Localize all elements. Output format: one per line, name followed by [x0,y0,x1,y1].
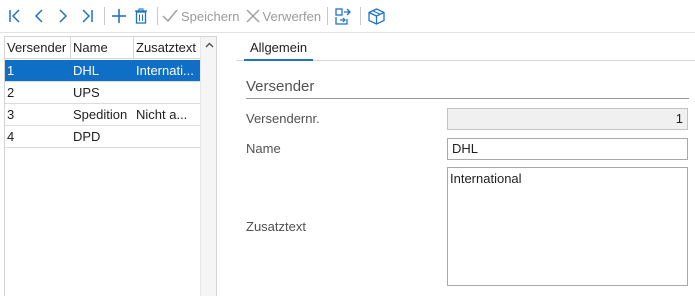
last-record-button[interactable] [76,4,98,28]
name-label: Name [246,141,281,156]
export-icon [334,7,351,25]
toolbar: Speichern Verwerfen [0,0,695,33]
scroll-up-button[interactable] [201,37,217,53]
cell-zusatztext: Internati... [136,63,194,78]
zusatztext-field[interactable]: International [447,167,688,286]
toolbar-separator [360,7,362,25]
zusatztext-label: Zusatztext [246,219,306,234]
cell-zusatztext: Nicht a... [136,107,188,122]
grid-scrollbar[interactable] [200,37,216,296]
cell-versender: 2 [7,85,15,100]
next-record-button[interactable] [52,4,74,28]
section-divider [246,98,689,99]
grid-header: Versender Name Zusatztext [5,37,201,59]
previous-record-button[interactable] [28,4,50,28]
first-record-icon [9,9,20,23]
cell-name: UPS [73,85,100,100]
close-icon [246,9,260,23]
name-field[interactable]: DHL [447,138,688,160]
package-icon [367,7,385,25]
previous-record-icon [34,9,43,23]
cell-name: DPD [73,129,101,144]
section-title: Versender [246,78,315,95]
detail-tabs: Allgemein [236,36,695,61]
last-record-icon [82,9,93,23]
cell-name: Spedition [73,107,128,122]
cell-zusatztext [134,126,201,147]
table-row[interactable]: 4 DPD [5,126,201,148]
shipper-grid: Versender Name Zusatztext 1 DHL Internat… [4,36,217,296]
versendernr-label: Versendernr. [246,111,320,126]
tab-allgemein[interactable]: Allgemein [244,36,314,61]
checkmark-icon [162,9,178,23]
delete-button[interactable] [131,4,151,28]
table-row[interactable]: 1 DHL Internati... [5,60,201,82]
export-button[interactable] [332,4,354,28]
column-header-versender[interactable]: Versender [5,37,71,58]
discard-label: Verwerfen [262,8,322,24]
delete-icon [135,8,147,24]
versendernr-field: 1 [447,108,688,130]
first-record-button[interactable] [4,4,26,28]
next-record-icon [59,9,68,23]
toolbar-separator [104,7,105,25]
table-row[interactable]: 3 Spedition Nicht a... [5,104,201,126]
cell-name: DHL [73,63,100,78]
package-button[interactable] [365,4,387,28]
save-button[interactable]: Speichern [162,4,240,28]
chevron-up-icon [205,42,213,48]
column-header-zusatztext[interactable]: Zusatztext [134,37,201,58]
add-icon [112,9,126,23]
table-row[interactable]: 2 UPS [5,82,201,104]
toolbar-separator [157,7,158,25]
toolbar-separator [327,7,329,25]
column-header-name[interactable]: Name [71,37,134,58]
discard-button[interactable]: Verwerfen [246,4,322,28]
save-label: Speichern [181,8,240,24]
add-button[interactable] [109,4,129,28]
cell-versender: 4 [7,129,15,144]
cell-zusatztext [134,82,201,103]
cell-versender: 1 [7,63,15,78]
cell-versender: 3 [7,107,15,122]
